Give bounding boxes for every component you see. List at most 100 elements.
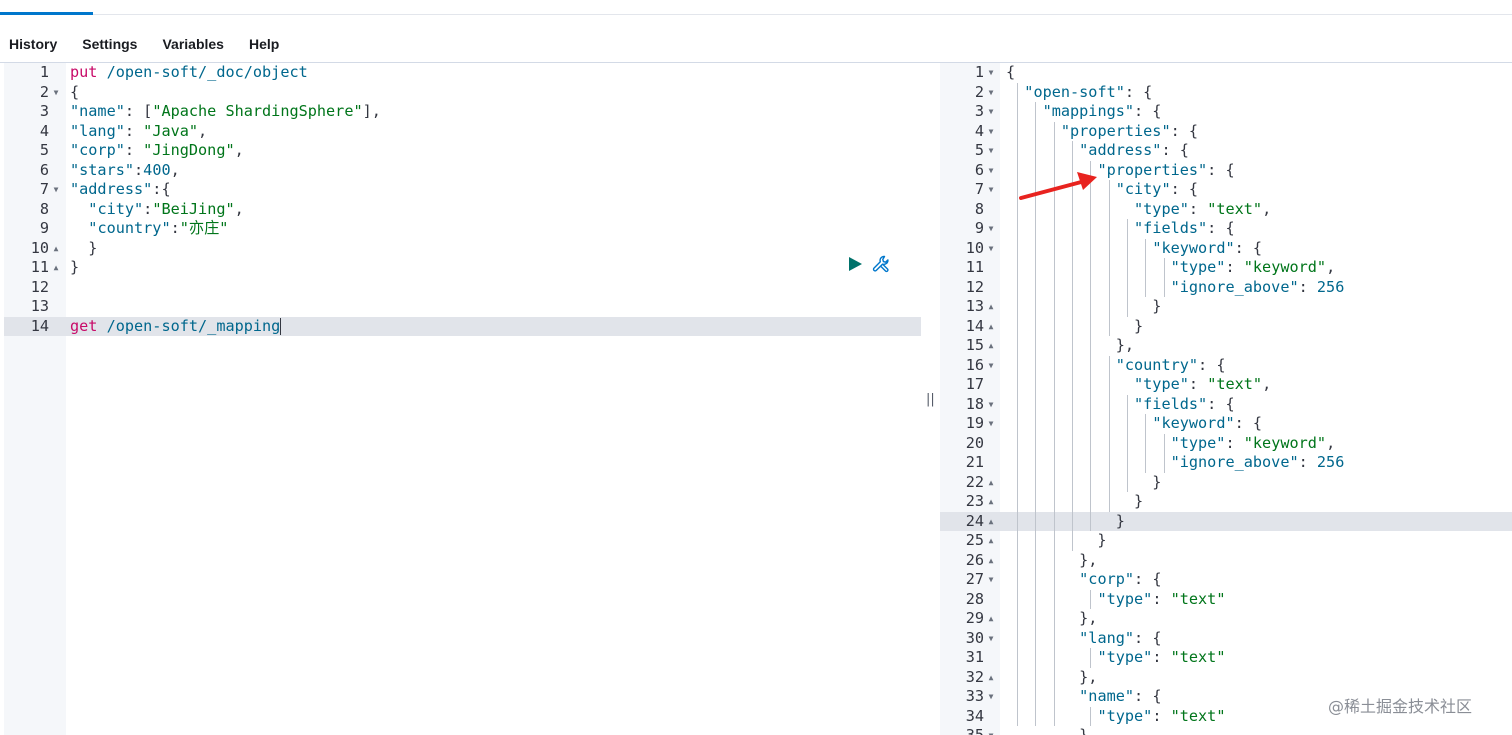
fold-close-icon[interactable]: ▲ (986, 668, 996, 688)
response-viewer[interactable]: 1 ▼{2 ▼ "open-soft": {3 ▼ "mappings": {4 ▼ "… (940, 63, 1512, 735)
code-line[interactable]: 19 ▼ "keyword": { (940, 414, 1512, 434)
fold-close-icon[interactable]: ▲ (986, 492, 996, 512)
fold-open-icon[interactable]: ▼ (986, 395, 996, 415)
fold-open-icon[interactable]: ▼ (986, 414, 996, 434)
fold-close-icon[interactable]: ▲ (986, 531, 996, 551)
code-line[interactable]: 27 ▼ "corp": { (940, 570, 1512, 590)
history-menu[interactable]: History (9, 36, 57, 52)
fold-open-icon[interactable]: ▼ (986, 180, 996, 200)
code-line[interactable]: 6 ▼ "properties": { (940, 161, 1512, 181)
fold-close-icon[interactable]: ▲ (986, 551, 996, 571)
line-number: 12 (965, 277, 984, 296)
code-line[interactable]: 10 ▼ "keyword": { (940, 239, 1512, 259)
code-text: "type": "text", (1006, 200, 1271, 220)
fold-open-icon[interactable]: ▼ (986, 161, 996, 181)
code-line[interactable]: 1 put /open-soft/_doc/object (4, 63, 921, 83)
code-line[interactable]: 1 ▼ { (940, 63, 1512, 83)
code-line[interactable]: 2 ▼ "open-soft": { (940, 83, 1512, 103)
fold-close-icon[interactable]: ▲ (986, 336, 996, 356)
code-line[interactable]: 2 ▼ { (4, 83, 921, 103)
code-line[interactable]: 4 ▼ "properties": { (940, 122, 1512, 142)
fold-close-icon[interactable]: ▲ (986, 317, 996, 337)
fold-open-icon[interactable]: ▼ (986, 63, 996, 83)
line-number: 10 (965, 238, 984, 257)
code-line[interactable]: 24 ▲ } (940, 511, 1512, 532)
fold-open-icon[interactable]: ▼ (986, 726, 996, 735)
code-line[interactable]: 8 "city":"BeiJing", (4, 200, 921, 220)
code-line[interactable]: 23 ▲ } (940, 492, 1512, 512)
line-number: 13 (965, 297, 984, 315)
request-editor[interactable]: 1 put /open-soft/_doc/object 2 ▼{3 "name": [… (4, 63, 921, 735)
code-line[interactable]: 7 ▼ "city": { (940, 180, 1512, 200)
code-line[interactable]: 5 "corp": "JingDong", (4, 141, 921, 161)
code-line[interactable]: 18 ▼ "fields": { (940, 395, 1512, 415)
code-line[interactable]: 12 (4, 278, 921, 298)
code-line[interactable]: 15 ▲ }, (940, 336, 1512, 356)
fold-open-icon[interactable]: ▼ (51, 180, 61, 200)
code-line[interactable]: 6 "stars":400, (4, 161, 921, 181)
code-line[interactable]: 28 "type": "text" (940, 590, 1512, 610)
code-line[interactable]: 22 ▲ } (940, 473, 1512, 493)
fold-close-icon[interactable]: ▲ (986, 512, 996, 532)
help-menu[interactable]: Help (249, 36, 279, 52)
settings-menu[interactable]: Settings (82, 36, 137, 52)
code-line[interactable]: 12 "ignore_above": 256 (940, 278, 1512, 298)
code-line[interactable]: 5 ▼ "address": { (940, 141, 1512, 161)
resize-handle[interactable]: || (926, 392, 935, 407)
fold-close-icon[interactable]: ▲ (986, 609, 996, 629)
code-line[interactable]: 31 "type": "text" (940, 648, 1512, 668)
code-line[interactable]: 11 "type": "keyword", (940, 258, 1512, 278)
fold-open-icon[interactable]: ▼ (986, 122, 996, 142)
fold-open-icon[interactable]: ▼ (51, 83, 61, 103)
code-line[interactable]: 3 "name": ["Apache ShardingSphere"], (4, 102, 921, 122)
code-line[interactable]: 9 ▼ "fields": { (940, 219, 1512, 239)
code-line[interactable]: 25 ▲ } (940, 531, 1512, 551)
fold-open-icon[interactable]: ▼ (986, 141, 996, 161)
code-line[interactable]: 3 ▼ "mappings": { (940, 102, 1512, 122)
code-line[interactable]: 32 ▲ }, (940, 668, 1512, 688)
fold-open-icon[interactable]: ▼ (986, 356, 996, 376)
code-line[interactable]: 7 ▼ "address":{ (4, 180, 921, 200)
code-token: { (1006, 63, 1016, 81)
wrench-icon[interactable] (871, 254, 891, 274)
fold-open-icon[interactable]: ▼ (986, 102, 996, 122)
code-line[interactable]: 11 ▲} (4, 258, 921, 278)
fold-close-icon[interactable]: ▲ (986, 297, 996, 317)
code-line[interactable]: 26 ▲ }, (940, 551, 1512, 571)
code-line[interactable]: 9 "country":"亦庄" (4, 219, 921, 239)
code-line[interactable]: 30 ▼ "lang": { (940, 629, 1512, 649)
code-token: "type" (1134, 375, 1189, 393)
code-line[interactable]: 29 ▲ }, (940, 609, 1512, 629)
code-line[interactable]: 14 ▲ } (940, 317, 1512, 337)
variables-menu[interactable]: Variables (162, 36, 224, 52)
fold-open-icon[interactable]: ▼ (986, 687, 996, 707)
code-text: "name": ["Apache ShardingSphere"], (70, 102, 381, 122)
line-number: 2 (39, 82, 49, 101)
code-line[interactable]: 35▼ } (940, 726, 1512, 735)
code-line[interactable]: 14 get /open-soft/_mapping (4, 316, 921, 336)
code-line[interactable]: 4 "lang": "Java", (4, 122, 921, 142)
line-number: 21 (965, 453, 984, 471)
code-line[interactable]: 8 "type": "text", (940, 200, 1512, 220)
code-line[interactable]: 13 ▲ } (940, 297, 1512, 317)
fold-open-icon[interactable]: ▼ (986, 83, 996, 103)
code-token: ], (362, 102, 381, 120)
fold-open-icon[interactable]: ▼ (986, 629, 996, 649)
code-line[interactable]: 21 "ignore_above": 256 (940, 453, 1512, 473)
code-line[interactable]: 17 "type": "text", (940, 375, 1512, 395)
fold-open-icon[interactable]: ▼ (986, 239, 996, 259)
code-token: : (124, 121, 144, 140)
play-triangle-icon[interactable] (848, 256, 863, 272)
fold-close-icon[interactable]: ▲ (51, 239, 61, 259)
code-line[interactable]: 13 (4, 297, 921, 317)
fold-open-icon[interactable]: ▼ (986, 570, 996, 590)
fold-close-icon[interactable]: ▲ (986, 473, 996, 493)
fold-open-icon[interactable]: ▼ (986, 219, 996, 239)
code-line[interactable]: 20 "type": "keyword", (940, 434, 1512, 454)
code-line[interactable]: 16 ▼ "country": { (940, 356, 1512, 376)
fold-close-icon[interactable]: ▲ (51, 258, 61, 278)
code-line[interactable]: 10 ▲ } (4, 239, 921, 259)
